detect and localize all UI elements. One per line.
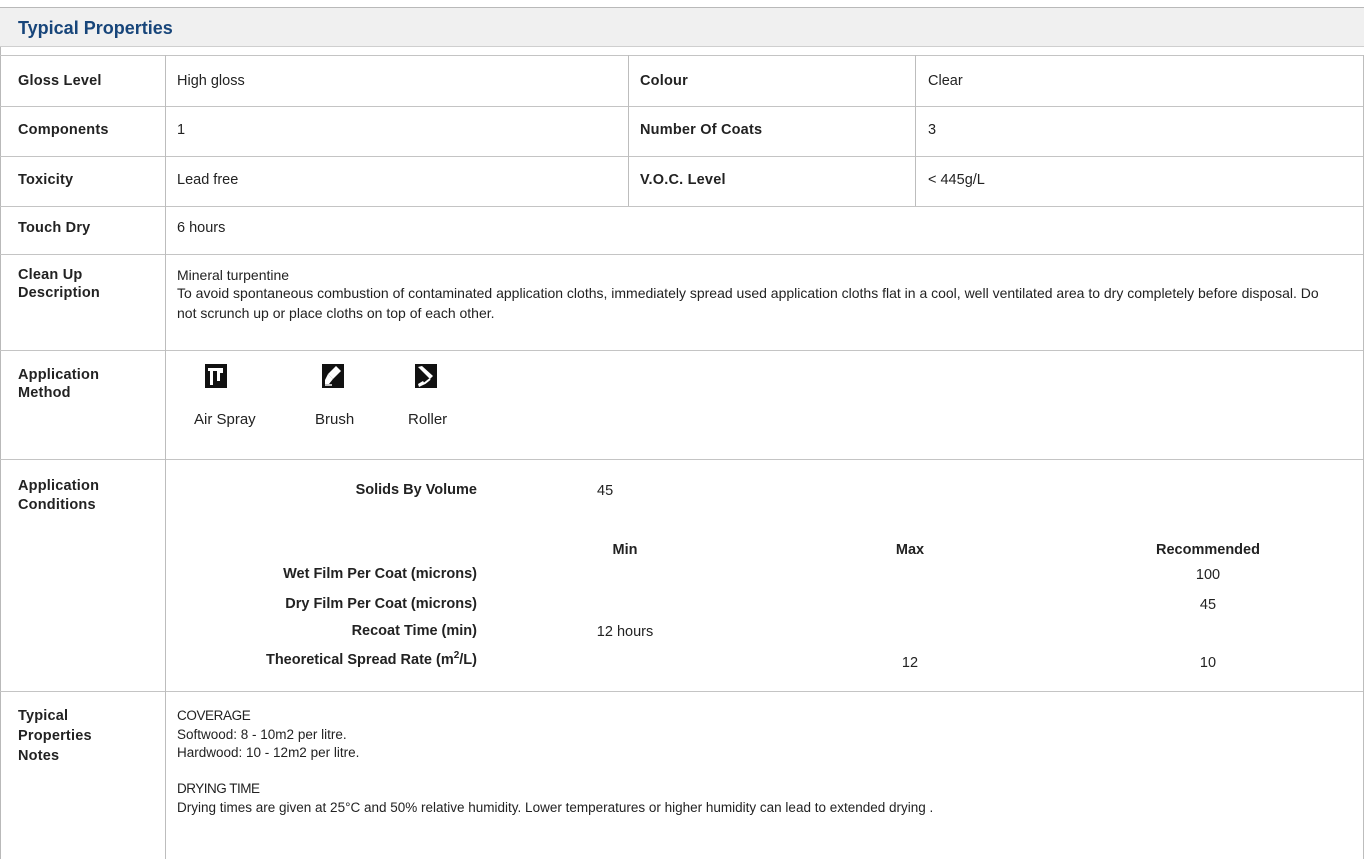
toxicity-label: Toxicity bbox=[18, 172, 74, 188]
solids-by-volume-value: 45 bbox=[597, 483, 614, 499]
column-divider bbox=[628, 55, 629, 206]
number-of-coats-label: Number Of Coats bbox=[640, 122, 763, 138]
drying-time-heading: DRYING TIME bbox=[177, 781, 260, 796]
column-header-recommended: Recommended bbox=[1156, 542, 1260, 558]
recoat-time-min: 12 hours bbox=[596, 624, 654, 640]
row-divider bbox=[0, 156, 1364, 157]
coverage-heading: COVERAGE bbox=[177, 708, 251, 723]
column-divider bbox=[165, 55, 166, 859]
notes-label-line3: Notes bbox=[18, 748, 60, 764]
column-header-max: Max bbox=[895, 542, 925, 558]
dry-film-label: Dry Film Per Coat (microns) bbox=[285, 596, 477, 612]
row-divider bbox=[0, 350, 1364, 351]
clean-up-instructions: To avoid spontaneous combustion of conta… bbox=[177, 285, 1319, 321]
application-method-label-line1: Application bbox=[18, 367, 100, 383]
row-divider bbox=[0, 106, 1364, 107]
method-caption-roller: Roller bbox=[408, 411, 448, 428]
touch-dry-label: Touch Dry bbox=[18, 220, 91, 236]
method-caption-brush: Brush bbox=[315, 411, 355, 428]
components-value: 1 bbox=[177, 122, 186, 138]
clean-up-label-line1: Clean Up bbox=[18, 267, 83, 283]
panel-header: Typical Properties bbox=[0, 8, 1364, 47]
gloss-level-value: High gloss bbox=[177, 73, 245, 89]
spread-rate-label: Theoretical Spread Rate (m2/L) bbox=[265, 650, 477, 668]
row-divider bbox=[0, 254, 1364, 255]
application-conditions-label-line1: Application bbox=[18, 478, 100, 494]
toxicity-value: Lead free bbox=[177, 172, 239, 188]
method-caption-air-spray: Air Spray bbox=[194, 411, 256, 428]
number-of-coats-value: 3 bbox=[928, 122, 937, 138]
row-divider bbox=[0, 55, 1364, 56]
roller-icon bbox=[415, 364, 437, 388]
air-spray-icon bbox=[205, 364, 227, 388]
gloss-level-label: Gloss Level bbox=[18, 73, 102, 89]
application-conditions-label-line2: Conditions bbox=[18, 497, 96, 513]
spread-rate-recommended: 10 bbox=[1199, 655, 1217, 671]
clean-up-solvent: Mineral turpentine bbox=[177, 267, 290, 283]
spread-rate-max: 12 bbox=[901, 655, 919, 671]
recoat-time-label: Recoat Time (min) bbox=[351, 623, 477, 639]
touch-dry-value: 6 hours bbox=[177, 220, 226, 236]
row-divider bbox=[0, 691, 1364, 692]
brush-icon bbox=[322, 364, 344, 388]
clean-up-label-line2: Description bbox=[18, 285, 100, 301]
coverage-hardwood: Hardwood: 10 - 12m2 per litre. bbox=[177, 745, 360, 760]
row-divider bbox=[0, 206, 1364, 207]
colour-label: Colour bbox=[640, 73, 688, 89]
column-divider bbox=[915, 55, 916, 206]
voc-level-label: V.O.C. Level bbox=[640, 172, 726, 188]
notes-label-line2: Properties bbox=[18, 728, 92, 744]
colour-value: Clear bbox=[928, 73, 963, 89]
dry-film-recommended: 45 bbox=[1199, 597, 1217, 613]
drying-time-text: Drying times are given at 25°C and 50% r… bbox=[177, 800, 934, 815]
column-header-min: Min bbox=[612, 542, 638, 558]
application-method-label-line2: Method bbox=[18, 385, 71, 401]
solids-by-volume-label: Solids By Volume bbox=[355, 482, 477, 498]
wet-film-recommended: 100 bbox=[1195, 567, 1221, 583]
row-divider bbox=[0, 459, 1364, 460]
wet-film-label: Wet Film Per Coat (microns) bbox=[283, 566, 477, 582]
panel-title: Typical Properties bbox=[18, 18, 173, 38]
components-label: Components bbox=[18, 122, 109, 138]
voc-level-value: < 445g/L bbox=[928, 172, 985, 188]
coverage-softwood: Softwood: 8 - 10m2 per litre. bbox=[177, 727, 347, 742]
notes-label-line1: Typical bbox=[18, 708, 69, 724]
